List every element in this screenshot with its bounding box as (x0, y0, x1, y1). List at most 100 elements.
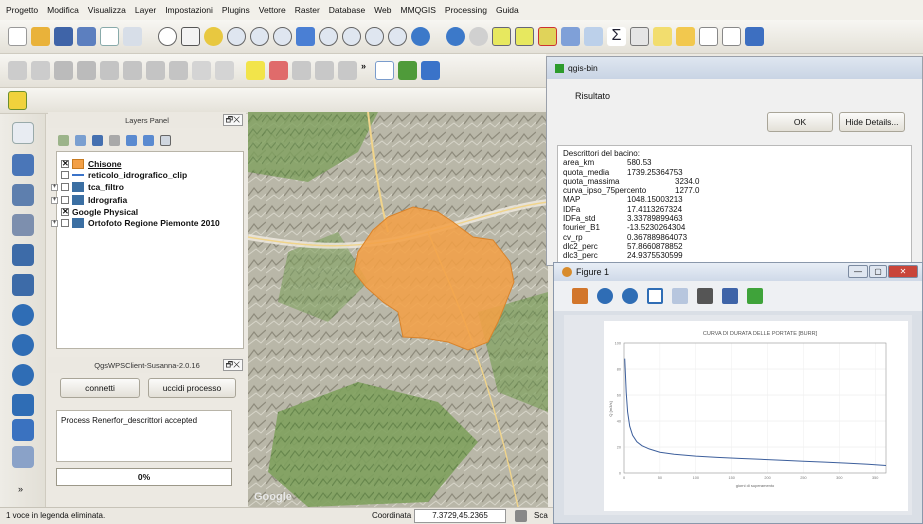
layer-visibility-checkbox[interactable]: ✕ (61, 208, 69, 216)
csw-icon[interactable] (375, 61, 394, 80)
save-project-icon[interactable] (54, 27, 73, 46)
menu-item-impostazioni[interactable]: Impostazioni (165, 5, 213, 15)
menu-item-modifica[interactable]: Modifica (47, 5, 79, 15)
extents-toggle-icon[interactable] (515, 510, 527, 522)
label-move-icon[interactable] (315, 61, 334, 80)
label-show-icon[interactable] (292, 61, 311, 80)
new-temp-layer-icon[interactable] (12, 446, 34, 468)
measure-icon[interactable] (630, 27, 649, 46)
layer-tca-filtro[interactable]: + tca_filtro (51, 181, 124, 193)
add-oracle-layer-icon[interactable] (12, 274, 34, 296)
select-feature-icon[interactable] (492, 27, 511, 46)
menu-item-plugins[interactable]: Plugins (222, 5, 250, 15)
connect-button[interactable]: connetti (60, 378, 140, 398)
select-by-value-icon[interactable] (515, 27, 534, 46)
add-raster-layer-icon[interactable] (12, 154, 34, 176)
menu-item-database[interactable]: Database (329, 5, 365, 15)
panel-float-close-icon[interactable]: 🗗✕ (222, 114, 243, 126)
add-spatialite-layer-icon[interactable] (12, 214, 34, 236)
map-canvas[interactable]: Google (248, 112, 548, 507)
menu-item-vettore[interactable]: Vettore (259, 5, 286, 15)
add-vector-layer-icon[interactable] (12, 122, 34, 144)
zoom-next-icon[interactable] (388, 27, 407, 46)
layer-visibility-checkbox[interactable]: ✕ (61, 160, 69, 168)
add-wfs-layer-icon[interactable] (12, 364, 34, 386)
copy-features-icon[interactable] (192, 61, 211, 80)
save-figure-icon[interactable] (722, 288, 738, 304)
plugin-icon[interactable] (398, 61, 417, 80)
zoom-last-icon[interactable] (365, 27, 384, 46)
menu-item-layer[interactable]: Layer (135, 5, 156, 15)
zoom-rect-icon[interactable] (672, 288, 688, 304)
menu-item-raster[interactable]: Raster (295, 5, 320, 15)
field-calculator-icon[interactable] (584, 27, 603, 46)
add-wcs-layer-icon[interactable] (12, 334, 34, 356)
attribute-table-icon[interactable] (561, 27, 580, 46)
layer-ortofoto[interactable]: + Ortofoto Regione Piemonte 2010 (51, 217, 220, 229)
ok-button[interactable]: OK (767, 112, 833, 132)
deselect-icon[interactable] (538, 27, 557, 46)
zoom-in-icon[interactable] (227, 27, 246, 46)
zoom-layer-icon[interactable] (342, 27, 361, 46)
label-pin-icon[interactable] (269, 61, 288, 80)
close-button[interactable]: ✕ (888, 265, 918, 278)
back-icon[interactable] (597, 288, 613, 304)
save-as-icon[interactable] (77, 27, 96, 46)
filter-legend-icon[interactable] (92, 134, 103, 146)
save-edits-icon[interactable] (54, 61, 73, 80)
python-icon[interactable] (421, 61, 440, 80)
menu-item-visualizza[interactable]: Visualizza (88, 5, 126, 15)
add-postgis-layer-icon[interactable] (12, 184, 34, 206)
add-delimited-text-icon[interactable] (12, 394, 34, 416)
menu-item-processing[interactable]: Processing (445, 5, 487, 15)
label-rotate-icon[interactable] (338, 61, 357, 80)
layer-reticolo[interactable]: reticolo_idrografico_clip (61, 169, 187, 181)
home-icon[interactable] (572, 288, 588, 304)
kill-process-button[interactable]: uccidi processo (148, 378, 236, 398)
forward-icon[interactable] (622, 288, 638, 304)
zoom-out-icon[interactable] (250, 27, 269, 46)
toggle-editing-icon[interactable] (31, 61, 50, 80)
menu-item-guida[interactable]: Guida (496, 5, 519, 15)
zoom-native-icon[interactable] (273, 27, 292, 46)
layer-visibility-checkbox[interactable] (61, 171, 69, 179)
add-feature-icon[interactable] (77, 61, 96, 80)
collapse-all-icon[interactable] (143, 134, 154, 146)
expand-all-icon[interactable] (126, 134, 137, 146)
refresh-icon[interactable] (411, 27, 430, 46)
new-print-layout-icon[interactable] (100, 27, 119, 46)
open-project-icon[interactable] (31, 27, 50, 46)
open-layer-styling-icon[interactable] (58, 134, 69, 146)
expand-icon[interactable]: + (51, 183, 58, 191)
layer-visibility-checkbox[interactable] (61, 219, 69, 227)
minimize-button[interactable]: — (848, 265, 868, 278)
edit-axis-icon[interactable] (747, 288, 763, 304)
expand-icon[interactable]: + (51, 219, 58, 227)
new-project-icon[interactable] (8, 27, 27, 46)
add-wms-layer-icon[interactable] (12, 304, 34, 326)
paste-features-icon[interactable] (215, 61, 234, 80)
wps-plugin-icon[interactable] (8, 91, 27, 110)
pan-hand-icon[interactable] (181, 27, 200, 46)
pan-to-selection-icon[interactable] (204, 27, 223, 46)
hide-details-button[interactable]: Hide Details... (839, 112, 905, 132)
move-feature-icon[interactable] (123, 61, 142, 80)
pan-axes-icon[interactable] (647, 288, 663, 304)
map-tips-icon[interactable] (653, 27, 672, 46)
add-mssql-layer-icon[interactable] (12, 244, 34, 266)
maximize-button[interactable]: ▢ (869, 265, 887, 278)
layer-visibility-checkbox[interactable] (61, 183, 69, 191)
identify-icon[interactable] (446, 27, 465, 46)
more-tools-icon[interactable]: » (361, 61, 371, 80)
remove-layer-icon[interactable] (160, 134, 171, 146)
layer-visibility-checkbox[interactable] (61, 196, 69, 204)
panel-float-close-icon[interactable]: 🗗✕ (222, 359, 243, 371)
zoom-selection-icon[interactable] (319, 27, 338, 46)
subplots-icon[interactable] (697, 288, 713, 304)
menu-item-progetto[interactable]: Progetto (6, 5, 38, 15)
statistics-sum-icon[interactable]: Σ (607, 27, 626, 46)
show-bookmarks-icon[interactable] (699, 27, 718, 46)
add-group-icon[interactable] (75, 134, 86, 146)
node-tool-icon[interactable] (100, 61, 119, 80)
coordinate-field[interactable]: 7.3729,45.2365 (414, 509, 506, 523)
